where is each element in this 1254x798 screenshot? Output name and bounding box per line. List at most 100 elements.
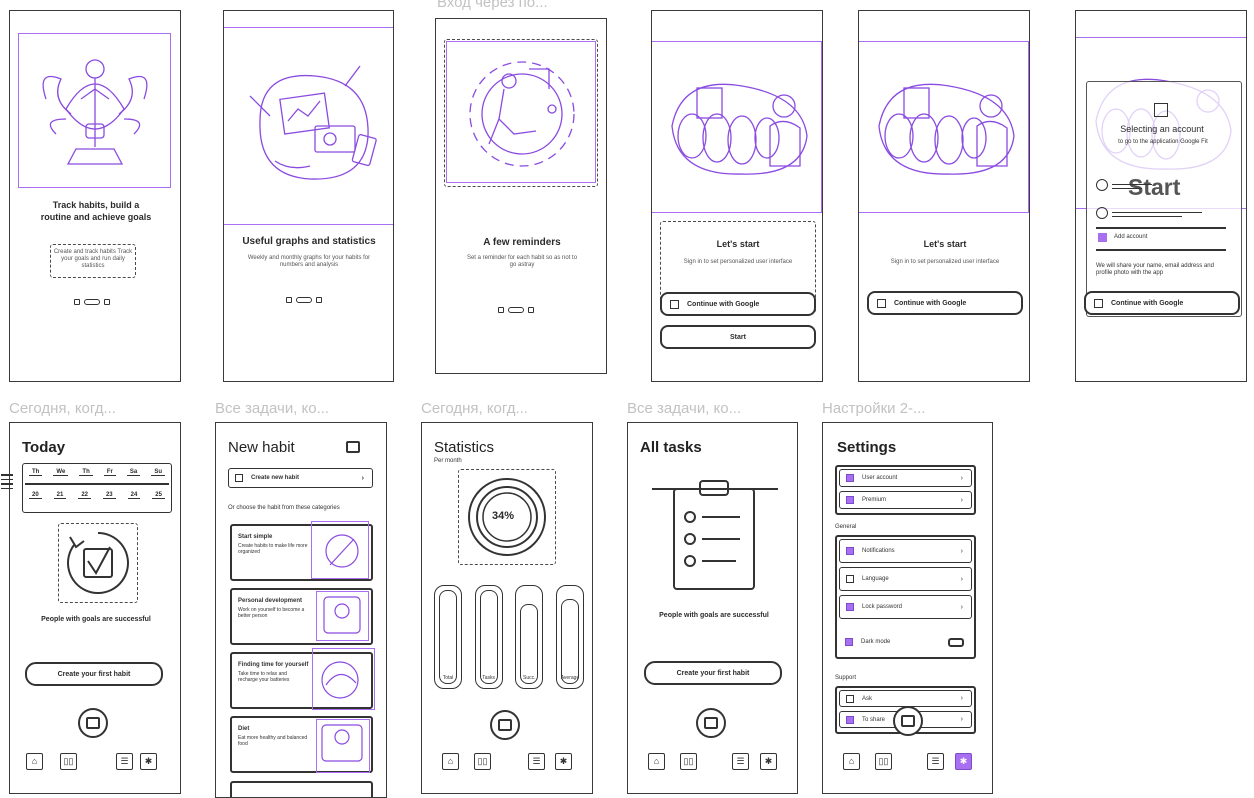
picker-title: Selecting an account: [1120, 124, 1204, 134]
meditation-illustration: [42, 59, 148, 165]
account-radio-1[interactable]: [1096, 179, 1108, 191]
onboarding-frame-3[interactable]: A few reminders Set a reminder for each …: [435, 18, 607, 374]
bar-average: [555, 585, 584, 689]
globe-icon: [846, 575, 854, 583]
section-label-general: General: [835, 524, 857, 530]
bar-success: [515, 585, 544, 689]
all-tasks-frame[interactable]: All tasks People with goals are successf…: [627, 422, 798, 794]
reminder-illustration: [469, 61, 575, 167]
period-label[interactable]: Per month: [434, 458, 462, 464]
onboarding-subtitle-2: Weekly and monthly graphs for your habit…: [247, 255, 371, 268]
category-desc: Eat more healthy and balanced food: [238, 735, 308, 747]
date-label[interactable]: 25: [152, 492, 165, 499]
bar-chart: [434, 585, 584, 689]
date-label[interactable]: 20: [29, 492, 42, 499]
continue-google-button[interactable]: Continue with Google: [1084, 291, 1240, 315]
statistics-frame[interactable]: Statistics Per month 34% Total Tasks Suc…: [421, 422, 593, 794]
onboarding-frame-1[interactable]: Track habits, build a routine and achiev…: [9, 10, 181, 382]
settings-row-ask[interactable]: Ask ›: [839, 690, 972, 707]
create-first-habit-button[interactable]: Create your first habit: [25, 662, 163, 686]
home-icon[interactable]: ⌂: [26, 753, 43, 770]
create-new-habit-row[interactable]: Create new habit ›: [228, 468, 373, 488]
frame-title-today[interactable]: Сегодня, когд...: [9, 400, 116, 417]
home-icon[interactable]: ⌂: [442, 753, 459, 770]
chevron-right-icon: ›: [960, 575, 963, 583]
page-title: Settings: [837, 439, 897, 456]
chevron-right-icon: ›: [960, 547, 963, 555]
habit-rings-illustration: [878, 83, 1015, 175]
add-fab[interactable]: [893, 706, 923, 736]
list-icon[interactable]: ☰: [528, 753, 545, 770]
create-first-habit-button[interactable]: Create your first habit: [644, 661, 782, 685]
day-label: Th: [79, 469, 93, 476]
bar-total: [434, 585, 462, 689]
home-icon[interactable]: ⌂: [843, 753, 860, 770]
list-icon[interactable]: ☰: [116, 753, 133, 770]
login-frame-account-picker[interactable]: Selecting an account to go to the applic…: [1075, 10, 1247, 382]
add-fab[interactable]: [78, 708, 108, 738]
add-fab[interactable]: [490, 710, 520, 740]
date-label[interactable]: 24: [127, 492, 141, 499]
date-label[interactable]: 23: [102, 492, 116, 499]
new-habit-frame[interactable]: New habit Create new habit › Or choose th…: [215, 422, 387, 798]
settings-row-language[interactable]: Language ›: [839, 567, 972, 591]
lock-icon: [846, 603, 854, 611]
category-desc: Create habits to make life more organize…: [238, 543, 308, 555]
start-button[interactable]: Start: [660, 325, 816, 349]
calendar-icon: [498, 719, 512, 731]
continue-google-button[interactable]: Continue with Google: [660, 292, 816, 316]
design-canvas: Вход через по... Track habits, build a r…: [0, 0, 1254, 798]
progress-percent: 34%: [492, 510, 515, 522]
stats-icon[interactable]: ▯▯: [60, 753, 77, 770]
frame-title-all-tasks[interactable]: Все задачи, ко...: [627, 400, 741, 417]
home-icon[interactable]: ⌂: [648, 753, 665, 770]
list-icon[interactable]: ☰: [732, 753, 749, 770]
gear-icon-active[interactable]: ✱: [955, 753, 972, 770]
chevron-right-icon: ›: [361, 474, 364, 482]
divider: [1096, 227, 1226, 229]
week-calendar[interactable]: Th We Th Fr Sa Su 20 21 22 23 24 25: [22, 463, 172, 513]
frame-title-login[interactable]: Вход через по...: [437, 0, 548, 11]
camera-icon[interactable]: [346, 441, 360, 453]
category-title: Personal development: [238, 598, 303, 604]
stats-icon[interactable]: ▯▯: [875, 753, 892, 770]
account-text-1: [1112, 181, 1152, 192]
gear-icon[interactable]: ✱: [140, 753, 157, 770]
onboarding-title-2: Useful graphs and statistics: [242, 236, 376, 247]
moon-icon: [845, 638, 853, 646]
continue-google-button[interactable]: Continue with Google: [867, 291, 1023, 315]
settings-row-user-account[interactable]: User account ›: [839, 469, 972, 487]
add-fab[interactable]: [696, 708, 726, 738]
login-title: Let's start: [716, 239, 760, 249]
settings-row-premium[interactable]: Premium ›: [839, 491, 972, 509]
frame-title-new-habit[interactable]: Все задачи, ко...: [215, 400, 329, 417]
gear-icon[interactable]: ✱: [555, 753, 572, 770]
login-title: Let's start: [923, 239, 967, 249]
settings-frame[interactable]: Settings User account › Premium › General …: [822, 422, 993, 794]
day-label: Fr: [103, 469, 116, 476]
calendar-icon: [704, 717, 718, 729]
account-radio-2[interactable]: [1096, 207, 1108, 219]
frame-title-settings[interactable]: Настройки 2-...: [822, 400, 926, 417]
dark-mode-toggle[interactable]: [948, 637, 964, 647]
category-card-partial[interactable]: [230, 781, 373, 797]
stats-icon[interactable]: ▯▯: [680, 753, 697, 770]
add-account-label[interactable]: Add account: [1114, 234, 1147, 240]
day-label: Su: [151, 469, 165, 476]
frame-title-statistics[interactable]: Сегодня, когд...: [421, 400, 528, 417]
date-label[interactable]: 22: [78, 492, 91, 499]
category-title: Diet: [238, 726, 250, 732]
gear-icon[interactable]: ✱: [760, 753, 777, 770]
settings-row-notifications[interactable]: Notifications ›: [839, 539, 972, 563]
calendar-icon: [86, 717, 100, 729]
settings-row-dark-mode[interactable]: Dark mode: [839, 630, 972, 654]
date-label[interactable]: 21: [53, 492, 67, 499]
list-icon[interactable]: ☰: [927, 753, 944, 770]
bell-icon: [846, 547, 854, 555]
login-frame-b[interactable]: Let's start Sign in to set personalized …: [858, 10, 1030, 382]
stats-icon[interactable]: ▯▯: [474, 753, 491, 770]
settings-row-lock-password[interactable]: Lock password ›: [839, 595, 972, 619]
today-frame[interactable]: Today Th We Th Fr Sa Su 20 21 22 23 24 2…: [1, 422, 181, 794]
login-frame-a[interactable]: Let's start Sign in to set personalized …: [651, 10, 823, 382]
onboarding-frame-2[interactable]: Useful graphs and statistics Weekly and …: [223, 10, 394, 382]
